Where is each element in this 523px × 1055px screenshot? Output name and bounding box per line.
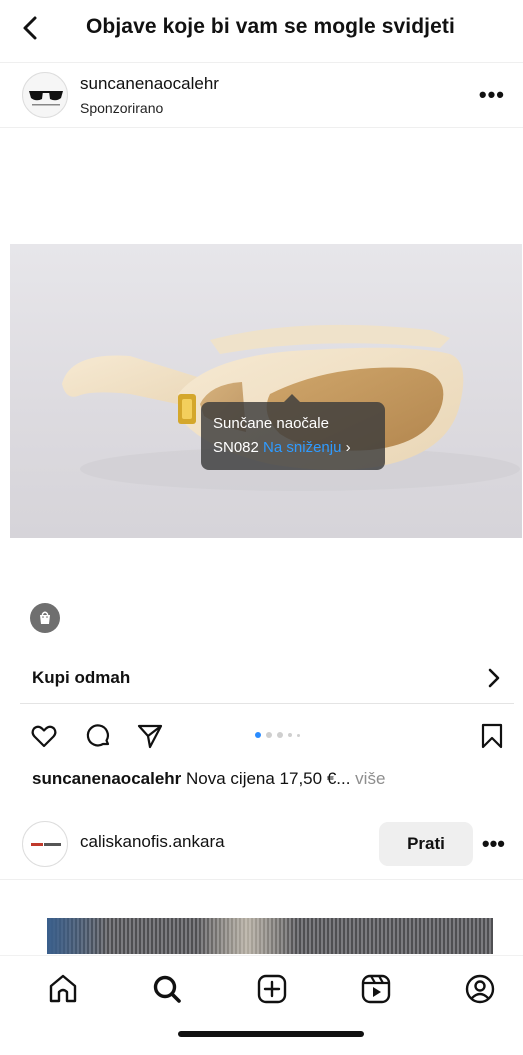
product-tag-line: SN082 Na sniženju ›	[213, 436, 373, 460]
sponsored-label: Sponzorirano	[80, 100, 164, 116]
bookmark-icon[interactable]	[478, 722, 506, 750]
bottom-tab-bar	[0, 955, 523, 1055]
reels-icon[interactable]	[359, 972, 393, 1006]
avatar[interactable]	[22, 72, 68, 118]
share-icon[interactable]	[136, 722, 164, 750]
carousel-dot	[277, 732, 283, 738]
product-code: SN082	[213, 439, 259, 456]
chevron-right-small-icon: ›	[345, 439, 351, 456]
next-post-header: caliskanofis.ankara Prati •••	[0, 810, 523, 880]
image-highlight	[197, 918, 297, 954]
home-icon[interactable]	[46, 972, 80, 1006]
caption-text: Nova cijena 17,50 €...	[181, 769, 351, 788]
back-icon[interactable]	[16, 14, 44, 42]
caption-username[interactable]: suncanenaocalehr	[32, 769, 181, 788]
post-caption[interactable]: suncanenaocalehr Nova cijena 17,50 €... …	[32, 769, 385, 789]
home-indicator[interactable]	[178, 1031, 364, 1037]
more-icon[interactable]: •••	[479, 82, 505, 108]
carousel-dot	[297, 733, 300, 737]
page-title: Objave koje bi vam se mogle svidjeti	[86, 15, 455, 38]
chevron-right-icon	[488, 668, 500, 688]
follow-button[interactable]: Prati	[379, 822, 473, 866]
brand-logo-icon	[31, 843, 61, 846]
product-tag-name: Sunčane naočale	[213, 415, 329, 432]
heart-icon[interactable]	[30, 722, 58, 750]
sunglasses-image	[62, 324, 520, 491]
shopping-bag-icon[interactable]	[30, 603, 60, 633]
more-icon[interactable]: •••	[482, 831, 505, 857]
profile-icon[interactable]	[463, 972, 497, 1006]
carousel-dot	[288, 733, 292, 737]
avatar[interactable]	[22, 821, 68, 867]
product-tag-popup[interactable]: Sunčane naočale SN082 Na sniženju ›	[201, 394, 385, 470]
top-bar: Objave koje bi vam se mogle svidjeti	[0, 0, 523, 58]
shop-now-button[interactable]: Kupi odmah	[20, 656, 514, 704]
next-post-image[interactable]	[47, 918, 493, 954]
post-header: suncanenaocalehr Sponzorirano •••	[0, 62, 523, 128]
sunglasses-logo-icon	[29, 91, 63, 106]
caption-more-link[interactable]: više	[350, 769, 385, 788]
next-post-username[interactable]: caliskanofis.ankara	[80, 832, 225, 852]
post-image[interactable]	[10, 244, 522, 538]
sale-link[interactable]: Na sniženju	[263, 439, 341, 456]
shop-now-label: Kupi odmah	[32, 668, 131, 687]
image-shading	[47, 918, 107, 954]
carousel-dot	[255, 732, 261, 738]
search-icon[interactable]	[150, 972, 184, 1006]
post-actions	[0, 720, 523, 756]
create-icon[interactable]	[255, 972, 289, 1006]
comment-icon[interactable]	[84, 722, 112, 750]
carousel-dot	[266, 732, 272, 738]
post-username[interactable]: suncanenaocalehr	[80, 74, 219, 94]
carousel-indicator	[255, 732, 300, 738]
